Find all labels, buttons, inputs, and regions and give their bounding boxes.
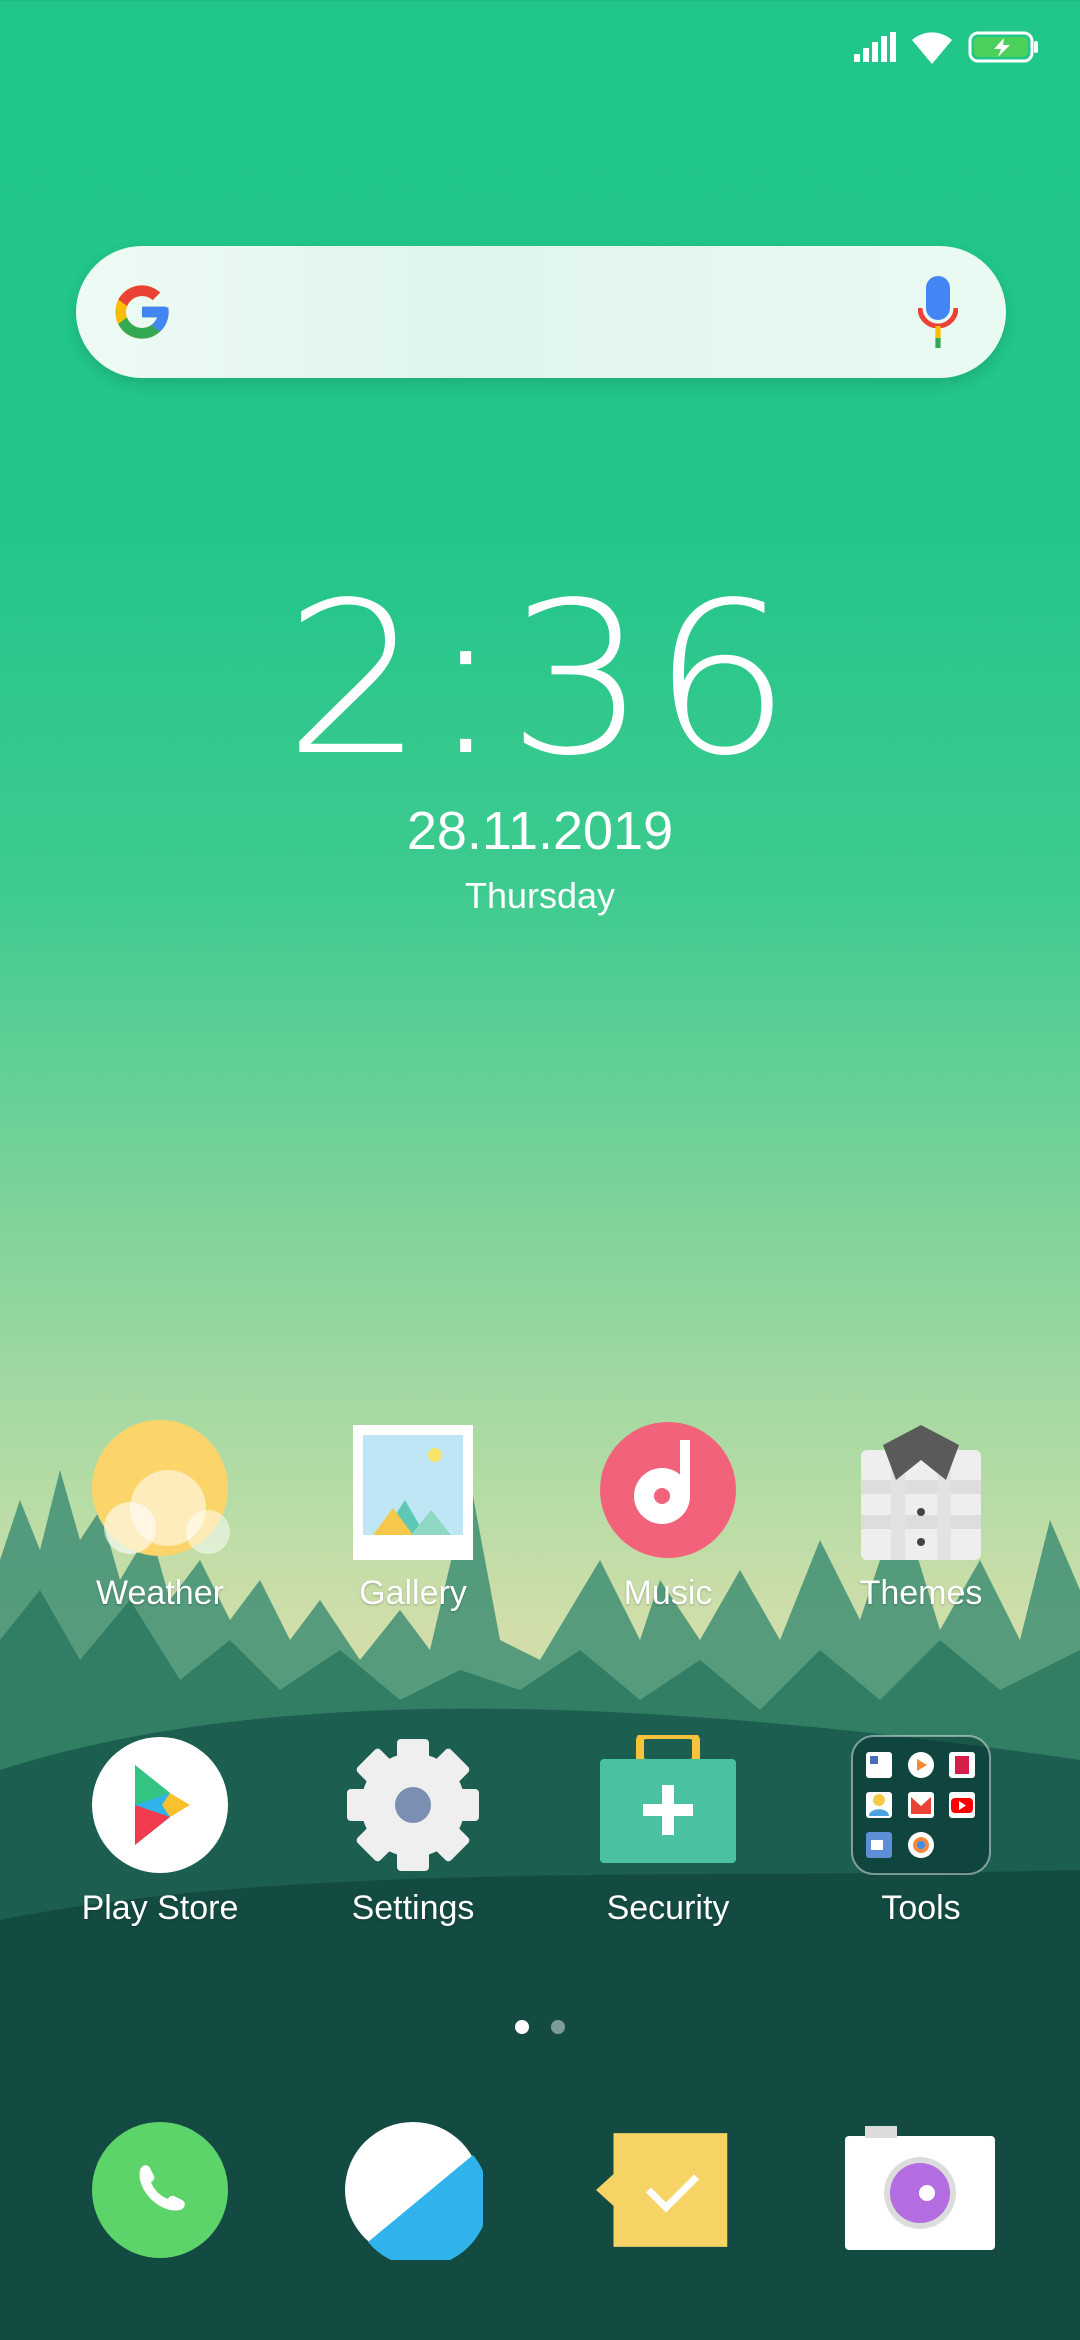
clock-time[interactable]: 2:36 [0,575,1080,785]
clock-date: 28.11.2019 [406,801,674,861]
page-dot-1[interactable] [515,2020,529,2034]
tools-folder-icon [851,1735,991,1875]
app-label: Weather [96,1574,224,1612]
google-search-bar[interactable] [76,246,1006,378]
camera-icon[interactable] [845,2120,995,2260]
battery-charging-icon [968,31,1038,63]
phone-icon[interactable] [90,2120,230,2260]
gallery-icon [343,1420,483,1560]
music-icon [598,1420,738,1560]
security-briefcase-icon [598,1731,738,1875]
app-label: Gallery [359,1574,467,1612]
app-settings[interactable]: Settings [308,1735,518,1928]
google-logo-icon [115,285,169,339]
page-dot-2[interactable] [551,2020,565,2034]
weather-icon [90,1420,230,1560]
browser-icon[interactable] [343,2120,489,2267]
app-label: Settings [351,1889,475,1927]
folder-tools[interactable]: Tools [816,1735,1026,1928]
app-weather[interactable]: Weather [55,1420,265,1613]
status-bar [854,30,1040,64]
app-label: Music [623,1574,713,1612]
app-themes[interactable]: Themes [816,1420,1026,1613]
settings-gear-icon [343,1735,483,1875]
play-store-icon [90,1735,230,1875]
app-play-store[interactable]: Play Store [55,1735,265,1928]
app-security[interactable]: Security [563,1731,773,1928]
page-indicator[interactable] [0,2020,1080,2034]
app-gallery[interactable]: Gallery [308,1420,518,1613]
messages-icon[interactable] [596,2120,736,2260]
signal-icon [854,32,896,62]
clock-day: Thursday [464,875,616,916]
app-music[interactable]: Music [563,1420,773,1613]
app-label: Security [606,1889,730,1927]
app-label: Themes [859,1574,983,1612]
app-label: Play Store [81,1889,239,1927]
mic-icon[interactable] [918,276,958,348]
themes-icon [851,1420,991,1560]
wifi-icon [912,32,952,64]
dock [0,2120,1080,2280]
app-label: Tools [881,1889,961,1927]
